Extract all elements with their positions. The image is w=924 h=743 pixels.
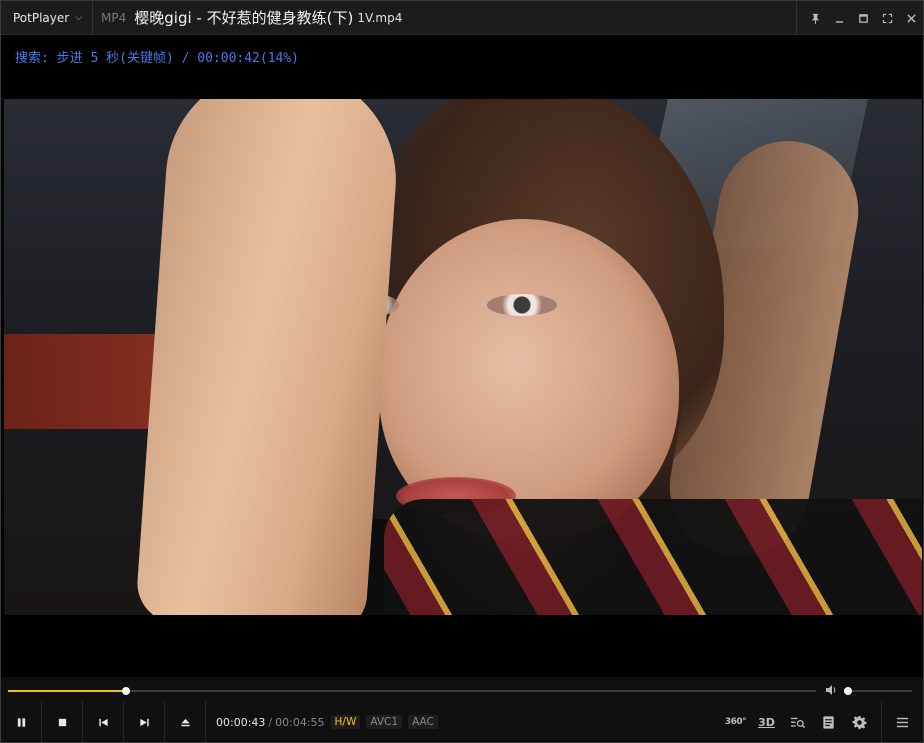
pause-button[interactable]: [1, 701, 42, 742]
current-time: 00:00:43: [216, 715, 266, 729]
right-controls: 360° 3D: [720, 701, 923, 742]
volume-thumb[interactable]: [844, 687, 853, 695]
close-icon: [906, 13, 916, 23]
app-name: PotPlayer: [13, 10, 70, 25]
hw-decoder-tag[interactable]: H/W: [330, 715, 361, 729]
seek-fill: [8, 690, 126, 692]
seek-thumb[interactable]: [121, 687, 130, 695]
maximize-button[interactable]: [851, 1, 875, 35]
playlist-button[interactable]: [813, 701, 844, 742]
minimize-button[interactable]: [827, 1, 851, 35]
gear-icon: [852, 715, 867, 729]
fullscreen-icon: [882, 13, 892, 23]
vr-360-label: 360°: [724, 717, 747, 727]
time-separator: /: [268, 715, 273, 729]
eject-icon: [180, 718, 190, 726]
audio-codec-tag[interactable]: AAC: [408, 715, 438, 729]
app-menu-button[interactable]: PotPlayer ⌵: [1, 1, 94, 35]
list-search-icon: [790, 717, 805, 728]
format-label: MP4: [101, 10, 127, 25]
total-time: 00:04:55: [275, 715, 325, 729]
title-bar[interactable]: PotPlayer ⌵ MP4 樱晚gigi - 不好惹的健身教练(下) 1V.…: [1, 1, 923, 35]
main-menu-button[interactable]: [881, 701, 923, 742]
window-controls: [796, 1, 923, 35]
pin-button[interactable]: [803, 1, 827, 35]
hamburger-menu-icon: [896, 717, 909, 727]
fullscreen-button[interactable]: [875, 1, 899, 35]
open-file-button[interactable]: [165, 701, 206, 742]
3d-button[interactable]: 3D: [751, 701, 782, 742]
vr-360-button[interactable]: 360°: [720, 701, 751, 742]
divider: [796, 1, 797, 35]
volume-icon[interactable]: [824, 683, 838, 697]
3d-label: 3D: [758, 715, 775, 729]
previous-button[interactable]: [83, 701, 124, 742]
pause-icon: [17, 717, 25, 727]
pin-icon: [811, 13, 819, 24]
osd-seek-message: 搜索: 步进 5 秒(关键帧) / 00:00:42(14%): [15, 51, 300, 66]
seek-bar[interactable]: [8, 687, 816, 695]
time-display[interactable]: 00:00:43/00:04:55: [216, 716, 325, 729]
video-arm: [134, 99, 404, 615]
volume-slider[interactable]: [844, 687, 912, 695]
video-file-suffix: 1V.mp4: [357, 10, 403, 25]
stop-icon: [58, 718, 66, 726]
video-frame[interactable]: [4, 99, 922, 615]
close-button[interactable]: [899, 1, 923, 35]
minimize-icon: [835, 20, 843, 23]
chevron-down-icon: ⌵: [75, 12, 83, 23]
maximize-icon: [858, 13, 868, 23]
video-eye-right: [487, 294, 557, 316]
video-codec-tag[interactable]: AVC1: [366, 715, 403, 729]
document-list-icon: [823, 715, 834, 729]
settings-button[interactable]: [844, 701, 875, 742]
video-scarf: [384, 499, 922, 615]
previous-icon: [98, 718, 108, 726]
potplayer-window: PotPlayer ⌵ MP4 樱晚gigi - 不好惹的健身教练(下) 1V.…: [0, 0, 924, 743]
next-icon: [139, 718, 149, 726]
playback-controls: 00:00:43/00:04:55 H/W AVC1 AAC 360° 3D: [1, 701, 923, 742]
playlist-search-button[interactable]: [782, 701, 813, 742]
next-button[interactable]: [124, 701, 165, 742]
control-panel: 00:00:43/00:04:55 H/W AVC1 AAC 360° 3D: [1, 677, 923, 742]
stop-button[interactable]: [42, 701, 83, 742]
video-title: 樱晚gigi - 不好惹的健身教练(下): [134, 9, 354, 27]
volume-track: [844, 690, 912, 692]
